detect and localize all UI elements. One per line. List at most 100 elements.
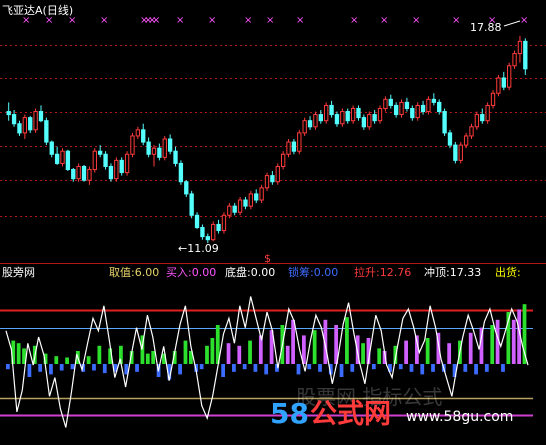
indicator-shouchou: 锁筹:0.00 bbox=[288, 265, 338, 279]
indicator-chongding-value: 17.33 bbox=[450, 266, 482, 279]
candle-body bbox=[205, 236, 210, 241]
candle-body bbox=[426, 98, 431, 113]
histogram-bar bbox=[361, 343, 365, 364]
candle-body bbox=[254, 193, 259, 201]
candle-body bbox=[302, 120, 307, 134]
candle-body bbox=[200, 226, 205, 238]
indicator-dipan-label: 底盘: bbox=[225, 265, 251, 279]
candle bbox=[114, 157, 119, 182]
histogram-bar bbox=[318, 364, 322, 372]
candle bbox=[399, 99, 404, 118]
histogram-bar bbox=[248, 340, 252, 364]
candle bbox=[28, 116, 33, 133]
candle bbox=[54, 146, 60, 165]
cross-marker: × bbox=[152, 15, 160, 26]
candle-body bbox=[49, 141, 54, 155]
candle-body bbox=[399, 101, 404, 116]
candle bbox=[517, 35, 523, 63]
candle bbox=[87, 166, 92, 185]
candle-body bbox=[447, 132, 453, 146]
histogram-bar bbox=[221, 364, 226, 377]
candle bbox=[506, 62, 512, 91]
candle-body bbox=[124, 153, 130, 174]
histogram-bar bbox=[226, 343, 231, 364]
candle bbox=[270, 171, 275, 185]
candle bbox=[194, 212, 200, 230]
candle-body bbox=[243, 199, 248, 207]
candle-body bbox=[458, 144, 463, 161]
candle-body bbox=[512, 53, 517, 67]
candle bbox=[135, 126, 141, 139]
candle-body bbox=[103, 153, 108, 167]
candle bbox=[44, 117, 49, 146]
candle-body bbox=[469, 126, 474, 137]
cross-marker: × bbox=[244, 15, 252, 26]
candle-body bbox=[141, 129, 146, 143]
candle-body bbox=[334, 114, 340, 125]
candle-body bbox=[22, 117, 28, 134]
candle-body bbox=[404, 101, 410, 109]
candle-body bbox=[11, 114, 17, 125]
candle-body bbox=[227, 205, 232, 216]
watermark-text: 公式网 bbox=[310, 399, 391, 430]
cross-marker: × bbox=[380, 15, 388, 26]
indicator-readouts: 取值:6.00 买入:0.00 底盘:0.00 锁筹:0.00 拉升:12.76… bbox=[109, 265, 521, 279]
histogram-bar bbox=[285, 345, 290, 364]
histogram-bar bbox=[296, 364, 301, 375]
candle bbox=[474, 111, 480, 130]
candle-body bbox=[114, 159, 119, 180]
histogram-bar bbox=[242, 364, 247, 370]
histogram-bar bbox=[490, 325, 495, 364]
indicator-mairu-label: 买入: bbox=[166, 266, 192, 279]
candle-body bbox=[33, 111, 38, 131]
indicator-lasheng: 拉升:12.76 bbox=[354, 265, 411, 279]
candle-body bbox=[146, 141, 151, 155]
candle-body bbox=[162, 138, 167, 158]
candle-body bbox=[383, 98, 388, 109]
candle bbox=[243, 196, 248, 210]
histogram-bar bbox=[205, 345, 209, 364]
candle-body bbox=[420, 104, 426, 113]
candle-body bbox=[81, 165, 87, 181]
candle bbox=[76, 163, 81, 182]
histogram-bar bbox=[345, 317, 349, 364]
indicator-lasheng-value: 12.76 bbox=[380, 266, 412, 279]
candle bbox=[453, 142, 458, 164]
candle bbox=[431, 93, 436, 106]
candle-body bbox=[517, 40, 523, 55]
histogram-bar bbox=[178, 364, 182, 375]
candle bbox=[512, 50, 517, 69]
candle bbox=[124, 151, 130, 176]
candle bbox=[447, 129, 453, 149]
candle bbox=[92, 148, 97, 173]
indicator-shouchou-label: 锁筹: bbox=[288, 265, 314, 279]
histogram-bar bbox=[409, 364, 414, 372]
histogram-bar bbox=[38, 364, 43, 372]
candle bbox=[313, 111, 318, 130]
candle bbox=[442, 108, 447, 136]
histogram-bar bbox=[264, 364, 269, 375]
histogram-bar bbox=[65, 357, 69, 364]
candle-body bbox=[216, 223, 221, 232]
histogram-bar bbox=[92, 364, 96, 371]
candle-body bbox=[184, 181, 189, 195]
cross-marker: × bbox=[208, 15, 216, 26]
candle-body bbox=[108, 165, 114, 180]
cross-marker: × bbox=[266, 15, 274, 26]
histogram-bar bbox=[135, 364, 139, 372]
candle-body bbox=[178, 162, 184, 183]
candle-body bbox=[259, 187, 264, 201]
indicator-dipan: 底盘:0.00 bbox=[225, 265, 275, 279]
candle-body bbox=[167, 138, 173, 152]
histogram-bar bbox=[59, 364, 64, 371]
candle-body bbox=[275, 165, 280, 183]
candle bbox=[49, 140, 54, 158]
candle-body bbox=[65, 150, 71, 171]
candle-body bbox=[270, 175, 275, 183]
candle bbox=[141, 123, 146, 146]
candle bbox=[307, 116, 313, 130]
histogram-bar bbox=[237, 345, 242, 364]
candle-body bbox=[393, 104, 399, 116]
candle-body bbox=[485, 104, 490, 122]
candle bbox=[259, 184, 264, 204]
